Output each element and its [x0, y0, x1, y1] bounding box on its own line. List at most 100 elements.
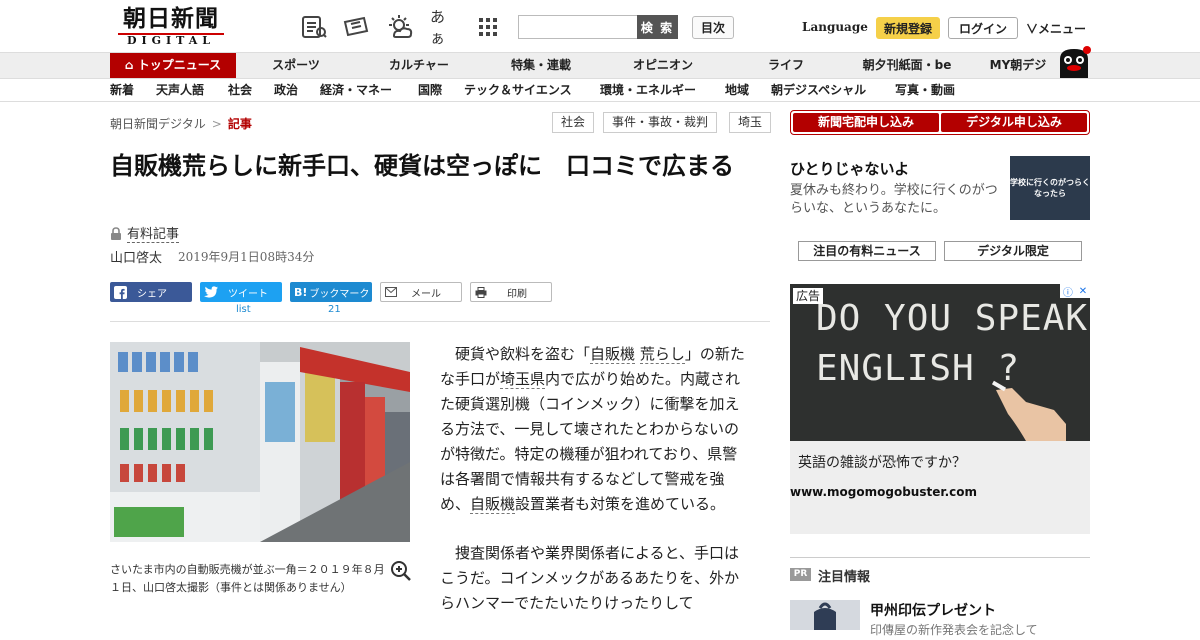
- nav-item-top-news[interactable]: ⌂ トップニュース: [110, 53, 236, 78]
- mail-icon: [385, 287, 397, 297]
- pr-item-title[interactable]: 甲州印伝プレゼント: [870, 600, 996, 620]
- newspaper-delivery-button[interactable]: 新聞宅配申し込み: [793, 113, 939, 132]
- toc-button[interactable]: 目次: [692, 16, 734, 39]
- close-icon[interactable]: ✕: [1079, 286, 1087, 297]
- print-icon: [475, 286, 487, 298]
- subnav-item-special[interactable]: 朝デジスペシャル: [771, 79, 866, 101]
- search-button[interactable]: 検 索: [637, 15, 678, 39]
- twitter-share-label: ツイート: [228, 288, 268, 300]
- nav-item-features[interactable]: 特集・連載: [500, 53, 582, 78]
- mail-share-label: メール: [411, 288, 441, 300]
- newspaper-icon[interactable]: [300, 14, 328, 40]
- grid-menu-icon[interactable]: [474, 14, 502, 40]
- twitter-share-button[interactable]: ツイート: [200, 282, 282, 302]
- facebook-share-button[interactable]: シェア: [110, 282, 192, 302]
- digital-subscribe-button[interactable]: デジタル申し込み: [941, 113, 1087, 132]
- keyword-link[interactable]: 埼玉県: [500, 370, 546, 389]
- pr-divider: [790, 557, 1090, 558]
- search-input[interactable]: [518, 15, 638, 39]
- keyword-link[interactable]: 自販機: [590, 345, 636, 364]
- tag-saitama[interactable]: 埼玉: [729, 112, 772, 133]
- nav-item-culture[interactable]: カルチャー: [380, 53, 458, 78]
- keyword-link[interactable]: 荒らし: [639, 345, 685, 364]
- info-icon[interactable]: ⓘ: [1063, 284, 1073, 299]
- article-paragraph: 捜査関係者や業界関係者によると、手口はこうだ。コインメックがあるあたりを、外から…: [440, 544, 740, 612]
- nav-item-life[interactable]: ライフ: [756, 53, 816, 78]
- print-button[interactable]: 印刷: [470, 282, 552, 302]
- hand-icon: [991, 380, 1066, 441]
- text-run: 設置業者も対策を進めている。: [515, 495, 726, 513]
- paid-article-badge[interactable]: 有料記事: [110, 223, 180, 243]
- tag-society[interactable]: 社会: [552, 112, 595, 133]
- nav-item-my-asahi[interactable]: MY朝デジ: [980, 53, 1056, 78]
- twitter-count[interactable]: list: [236, 304, 251, 315]
- ad-label: 広告: [793, 288, 824, 304]
- facebook-share-label: シェア: [137, 288, 167, 300]
- feature-text[interactable]: 夏休みも終わり。学校に行くのがつらいな、というあなたに。: [790, 182, 1005, 218]
- ad-headline[interactable]: 英語の雑談が恐怖ですか？: [798, 452, 966, 472]
- print-label: 印刷: [507, 288, 527, 300]
- article-photo[interactable]: [110, 342, 410, 542]
- ad-url[interactable]: www.mogomogobuster.com: [790, 485, 977, 499]
- subnav-item-region[interactable]: 地域: [725, 79, 749, 101]
- subscription-buttons: 新聞宅配申し込み デジタル申し込み: [790, 110, 1090, 135]
- breadcrumb-separator: >: [211, 117, 222, 131]
- site-header: 朝日新聞 DIGITAL あぁ 検 索 目次 Language 新規登録 ログイ…: [0, 0, 1200, 52]
- nav-item-sports[interactable]: スポーツ: [264, 53, 328, 78]
- mascot-icon[interactable]: [1054, 45, 1094, 79]
- text-run: 内で広がり始めた。内蔵された硬貨選別機（コインメック）に衝撃を加える方法で、一見…: [440, 370, 741, 513]
- feature-image[interactable]: 学校に行くのがつらくなったら: [1010, 156, 1090, 220]
- subnav-item-international[interactable]: 国際: [418, 79, 442, 101]
- subnav-item-environment[interactable]: 環境・エネルギー: [600, 79, 696, 101]
- menu-button[interactable]: ∨メニュー: [1026, 20, 1086, 37]
- photo-caption: さいたま市内の自動販売機が並ぶ一角＝２０１９年８月１日、山口啓太撮影（事件とは関…: [110, 563, 385, 594]
- zoom-icon[interactable]: [390, 560, 412, 582]
- register-button[interactable]: 新規登録: [876, 17, 940, 39]
- subnav-item-latest[interactable]: 新着: [110, 79, 134, 101]
- breadcrumb-home[interactable]: 朝日新聞デジタル: [110, 117, 206, 131]
- feature-title[interactable]: ひとりじゃないよ: [790, 158, 909, 179]
- site-logo[interactable]: 朝日新聞 DIGITAL: [112, 6, 230, 48]
- logo-sub-text: DIGITAL: [118, 33, 224, 47]
- secondary-nav: 新着 天声人語 社会 政治 経済・マネー 国際 テック＆サイエンス 環境・エネル…: [0, 78, 1200, 102]
- pr-image[interactable]: [790, 600, 860, 630]
- facebook-icon: [114, 285, 127, 299]
- login-button[interactable]: ログイン: [948, 17, 1018, 39]
- nav-item-opinion[interactable]: オピニオン: [624, 53, 702, 78]
- subnav-item-politics[interactable]: 政治: [274, 79, 298, 101]
- home-icon: ⌂: [124, 58, 138, 72]
- subnav-item-economy[interactable]: 経済・マネー: [320, 79, 392, 101]
- tab-digital-only[interactable]: デジタル限定: [944, 241, 1082, 261]
- article-divider: [110, 321, 770, 322]
- tab-paid-news[interactable]: 注目の有料ニュース: [798, 241, 936, 261]
- twitter-icon: [204, 286, 218, 298]
- ticket-icon[interactable]: [342, 14, 370, 40]
- subnav-item-society[interactable]: 社会: [228, 79, 252, 101]
- weather-icon[interactable]: [386, 14, 414, 40]
- subnav-item-photo-video[interactable]: 写真・動画: [895, 79, 955, 101]
- pr-badge: PR: [790, 568, 811, 581]
- subnav-item-tensei-jingo[interactable]: 天声人語: [156, 79, 204, 101]
- hatena-count[interactable]: 21: [328, 304, 341, 315]
- ad-choices[interactable]: ⓘ ✕: [1060, 284, 1090, 299]
- tag-incidents[interactable]: 事件・事故・裁判: [603, 112, 718, 133]
- mail-share-button[interactable]: メール: [380, 282, 462, 302]
- nav-item-print-edition[interactable]: 朝夕刊紙面・be: [854, 53, 960, 78]
- subnav-item-tech-science[interactable]: テック＆サイエンス: [464, 79, 572, 101]
- language-link[interactable]: Language: [802, 20, 868, 34]
- font-size-icon[interactable]: あぁ: [430, 8, 458, 47]
- pr-section-title: 注目情報: [818, 570, 871, 585]
- breadcrumb: 朝日新聞デジタル > 記事: [110, 115, 252, 132]
- article-paragraph: 硬貨や飲料を盗む「自販機 荒らし」の新たな手口が埼玉県内で広がり始めた。内蔵され…: [440, 342, 750, 517]
- advertisement[interactable]: DO YOU SPEAK ENGLISH ? 広告 ⓘ ✕ 英語の雑談が恐怖ですか…: [790, 284, 1090, 534]
- hatena-bookmark-button[interactable]: B! ブックマーク: [290, 282, 372, 302]
- ad-image[interactable]: DO YOU SPEAK ENGLISH ? 広告 ⓘ ✕: [790, 284, 1090, 441]
- breadcrumb-current: 記事: [227, 117, 252, 131]
- logo-main-text: 朝日新聞: [123, 5, 219, 32]
- text-run: 硬貨や飲料を盗む「: [455, 345, 591, 363]
- ad-board-line1: DO YOU SPEAK: [816, 298, 1089, 339]
- article-title: 自販機荒らしに新手口、硬貨は空っぽに 口コミで広まる: [110, 152, 734, 180]
- keyword-link[interactable]: 自販機: [470, 495, 516, 514]
- hatena-bookmark-icon: B!: [294, 285, 308, 299]
- menu-label: メニュー: [1038, 22, 1087, 36]
